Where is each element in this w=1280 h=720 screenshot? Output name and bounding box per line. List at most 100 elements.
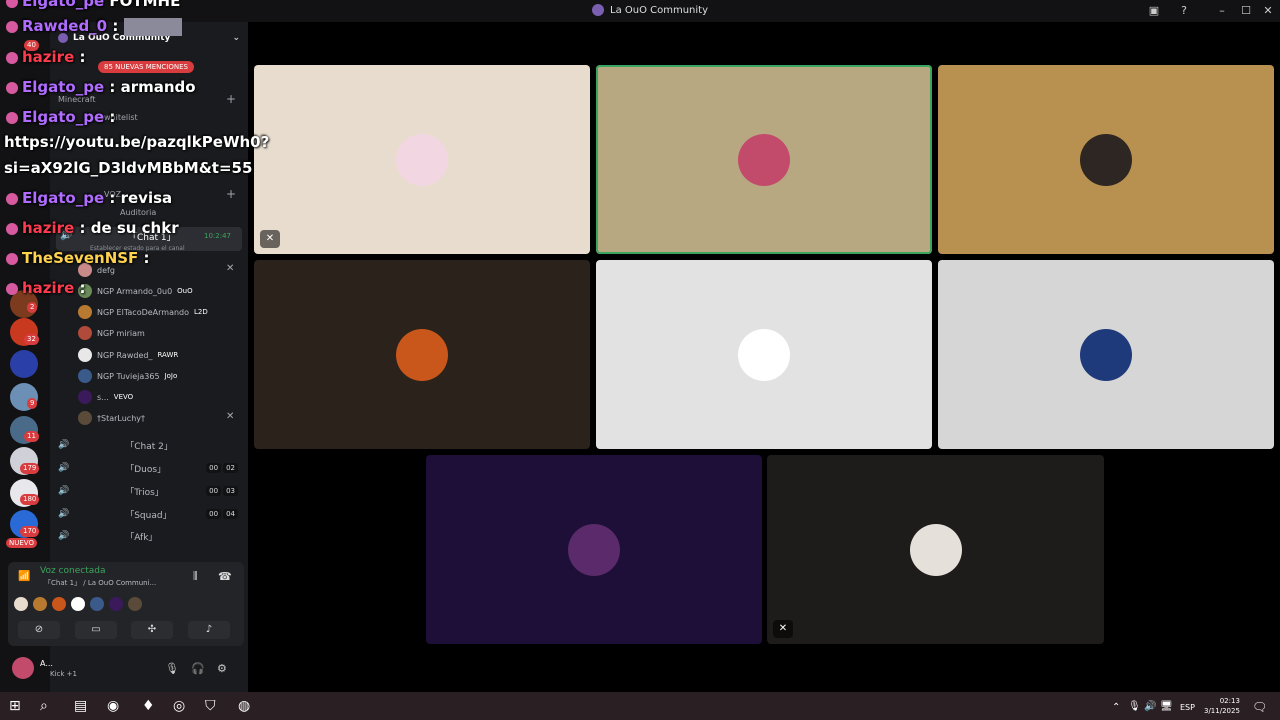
speaker-icon: 🔊: [58, 463, 70, 473]
camera-off-button[interactable]: ⊘: [18, 621, 60, 639]
voice-status[interactable]: Voz conectada: [40, 566, 105, 576]
avatar: [78, 284, 92, 298]
avatar: [396, 328, 448, 381]
channel-status-text: Establecer estado para el canal: [90, 245, 185, 252]
obs-icon[interactable]: ◍: [238, 698, 250, 714]
avatar: [33, 597, 47, 611]
notifications-icon[interactable]: 🗨: [1252, 700, 1267, 714]
member-tag: OuO: [177, 287, 193, 295]
microphone-icon[interactable]: 🎙: [165, 662, 179, 675]
speaker-icon: 🔊: [58, 440, 70, 450]
username[interactable]: A...: [40, 659, 53, 668]
network-icon[interactable]: 🖥: [1160, 701, 1173, 712]
voice-tile[interactable]: [596, 260, 932, 449]
server-logo-icon: [592, 4, 604, 16]
speaker-icon: 🔊: [58, 531, 70, 541]
chevron-down-icon[interactable]: ⌄: [232, 33, 240, 43]
shield-icon[interactable]: ⛉: [205, 698, 216, 714]
voice-tile[interactable]: [596, 65, 932, 254]
avatar: [568, 523, 620, 576]
windows-taskbar: [0, 692, 1280, 720]
search-icon[interactable]: ⌕: [40, 698, 48, 714]
member-name: NGP Rawded_: [97, 350, 153, 360]
avatar: [109, 597, 123, 611]
voice-tile[interactable]: [938, 65, 1274, 254]
inbox-icon[interactable]: ▣: [1146, 3, 1162, 19]
member-tag: RAWR: [157, 351, 179, 359]
screen-share-button[interactable]: ▭: [75, 621, 117, 639]
add-channel-icon[interactable]: +: [226, 92, 236, 106]
voice-tile[interactable]: [426, 455, 762, 644]
voice-channel-item[interactable]: 🔊 「Chat 2」: [58, 437, 238, 453]
user-bar: [8, 652, 244, 688]
voice-tile[interactable]: ✕: [254, 65, 590, 254]
member-name: NGP ElTacoDeArmando: [97, 307, 190, 317]
maximize-button[interactable]: ☐: [1238, 3, 1254, 19]
signal-icon: 📶: [18, 571, 31, 582]
microphone-icon[interactable]: 🎙: [1128, 701, 1141, 712]
active-channel-name: 「Chat 1」: [128, 233, 176, 243]
user-limit-counter: 00 02: [206, 463, 238, 473]
file-explorer-icon[interactable]: ▤: [74, 698, 87, 714]
voice-channel-path[interactable]: 「Chat 1」 / La OuO Communi...: [44, 578, 156, 588]
member-name: †StarLuchy†: [97, 413, 145, 423]
member-item[interactable]: †StarLuchy†: [78, 410, 145, 426]
voice-tile[interactable]: ✕: [767, 455, 1104, 644]
member-item[interactable]: NGP Tuvieja365 JoJo: [78, 368, 177, 384]
member-item[interactable]: NGP miriam: [78, 325, 145, 341]
avatar: [128, 597, 142, 611]
start-icon[interactable]: ⊞: [9, 698, 21, 714]
voice-channel-name: 「Squad」: [125, 510, 172, 521]
headphones-icon[interactable]: 🎧: [191, 662, 205, 675]
member-item[interactable]: NGP ElTacoDeArmando L2D: [78, 304, 208, 320]
avatar: [52, 597, 66, 611]
volume-icon[interactable]: 🔊: [1144, 701, 1156, 712]
window-titlebar: La OuO Community ▣ ? – ☐ ✕: [0, 0, 1280, 22]
voice-channel-item[interactable]: 🔊 「Squad」 00 04: [58, 506, 238, 522]
disconnect-icon[interactable]: ☎: [218, 570, 232, 583]
close-button[interactable]: ✕: [1260, 3, 1276, 19]
browser-icon[interactable]: ◉: [107, 698, 119, 714]
member-item[interactable]: NGP Rawded_ RAWR: [78, 347, 178, 363]
voice-tile[interactable]: [254, 260, 590, 449]
server-header[interactable]: La OuO Community ⌄: [58, 30, 240, 46]
channel-timer: 10:2:47: [204, 232, 231, 240]
voice-channel-name: 「Trios」: [125, 487, 164, 498]
language-indicator[interactable]: ESP: [1180, 703, 1195, 712]
guild-icon[interactable]: [10, 350, 38, 378]
discord-icon[interactable]: ◎: [173, 698, 185, 714]
voice-channel-name: 「Afk」: [125, 532, 158, 543]
avatar: [1080, 328, 1132, 381]
voice-channel-item[interactable]: 🔊 「Afk」: [58, 528, 238, 544]
muted-icon: ✕: [773, 620, 793, 638]
clock[interactable]: 02:13 3/11/2025: [1204, 696, 1240, 716]
soundboard-button[interactable]: ♪: [188, 621, 230, 639]
category-voz[interactable]: VOZ: [104, 190, 121, 199]
member-name: NGP miriam: [97, 328, 145, 338]
category-minecraft[interactable]: Minecraft: [58, 95, 96, 104]
add-channel-icon[interactable]: +: [226, 187, 236, 201]
help-icon[interactable]: ?: [1176, 3, 1192, 19]
gear-icon[interactable]: ⚙: [217, 662, 227, 675]
activities-button[interactable]: ✣: [131, 621, 173, 639]
avatar: [1080, 133, 1132, 186]
app-icon[interactable]: ♦: [142, 698, 155, 714]
speaker-icon: 🔊: [58, 486, 70, 496]
member-item[interactable]: defg: [78, 262, 115, 278]
noise-suppression-icon[interactable]: ⫼: [193, 571, 198, 582]
avatar: [909, 523, 962, 576]
voice-tile[interactable]: [938, 260, 1274, 449]
server-name: La OuO Community: [73, 33, 171, 43]
member-item[interactable]: s... VEVO: [78, 389, 133, 405]
voice-channel-item[interactable]: 🔊 「Duos」 00 02: [58, 460, 238, 476]
avatar[interactable]: [12, 657, 34, 679]
clock-date: 3/11/2025: [1204, 707, 1240, 715]
channel-auditoria[interactable]: Auditoria: [120, 208, 156, 217]
chevron-up-icon[interactable]: ⌃: [1112, 702, 1120, 713]
avatar: [396, 133, 448, 186]
minimize-button[interactable]: –: [1214, 3, 1230, 19]
member-item[interactable]: NGP Armando_0u0 OuO: [78, 283, 193, 299]
voice-channel-item[interactable]: 🔊 「Trios」 00 03: [58, 483, 238, 499]
mentions-badge[interactable]: 85 NUEVAS MENCIONES: [98, 61, 194, 73]
channel-whitelist[interactable]: whitelist: [104, 113, 138, 122]
